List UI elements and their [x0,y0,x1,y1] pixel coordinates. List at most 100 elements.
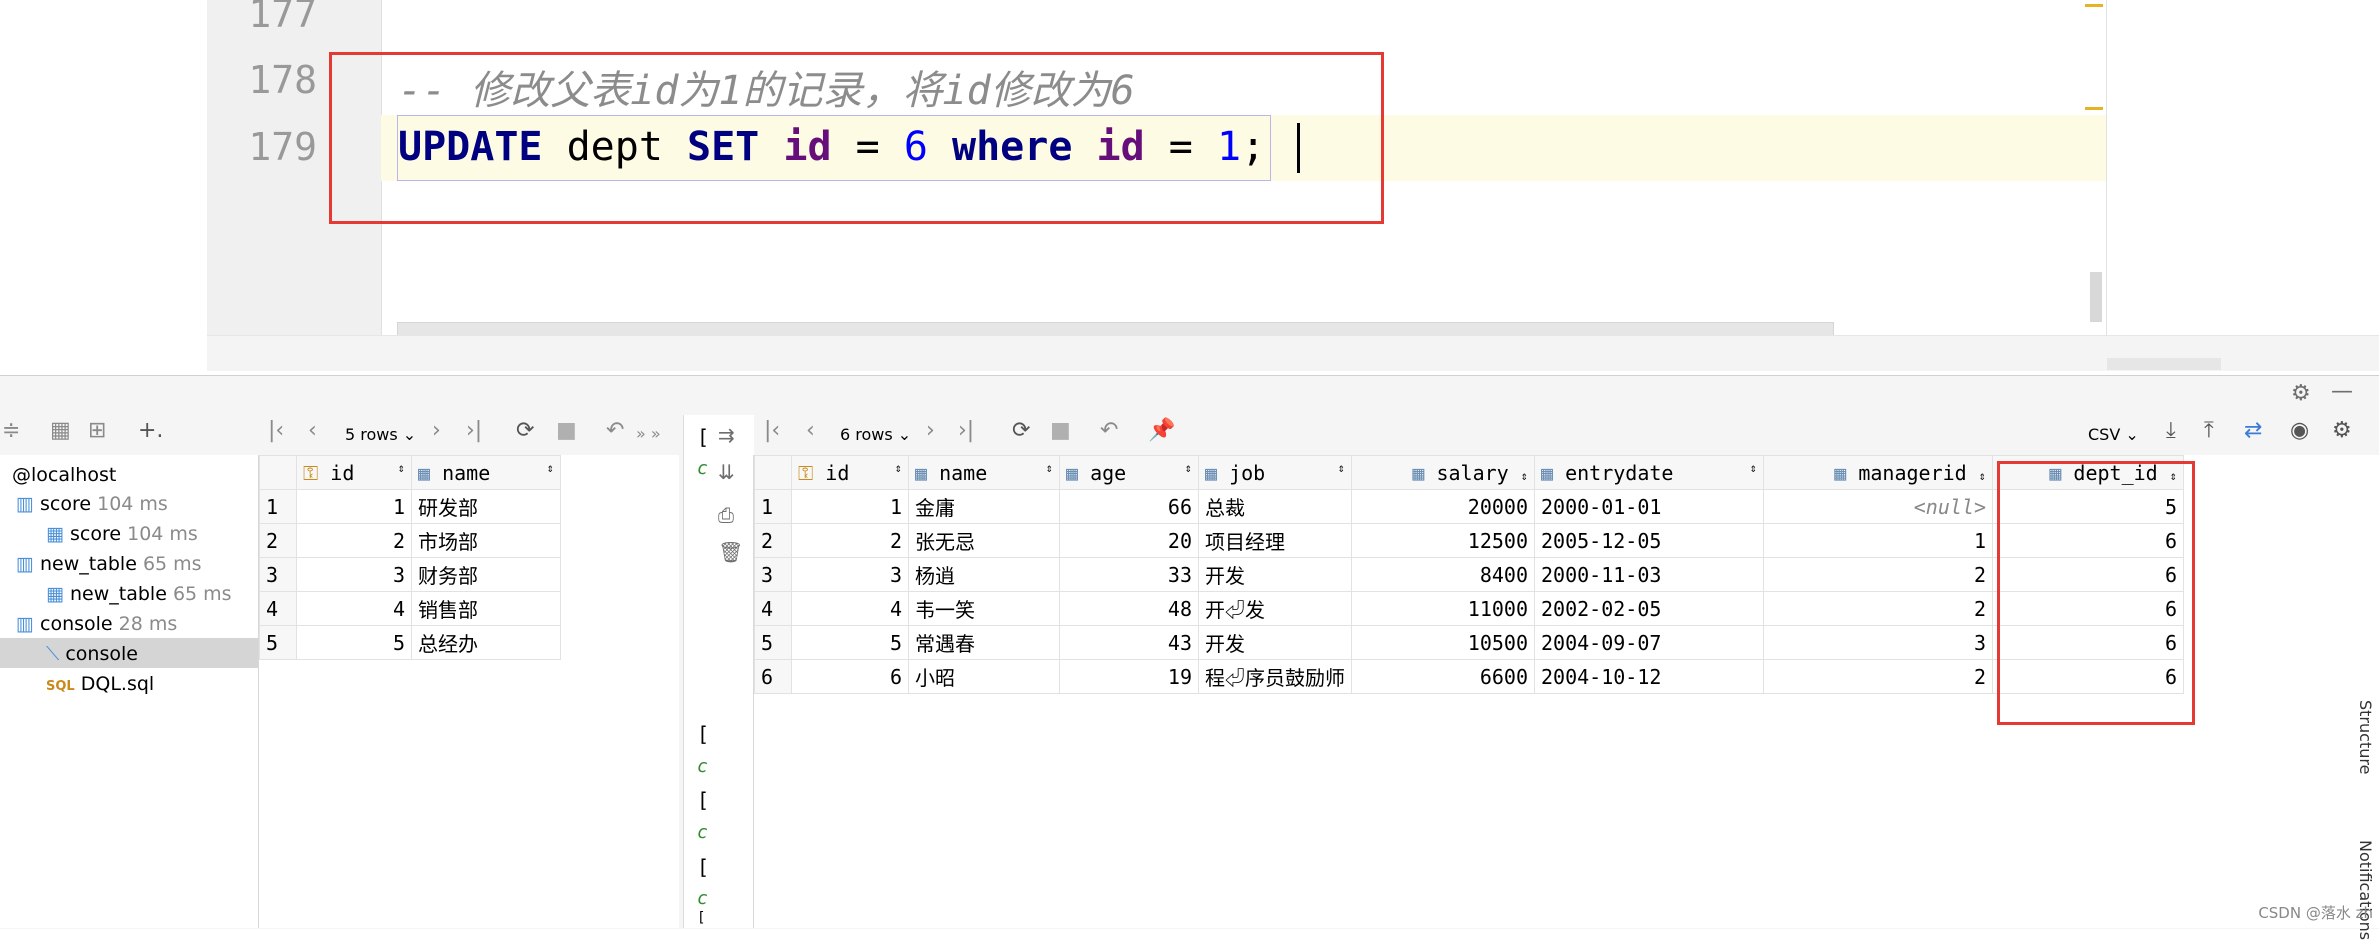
row-count-dropdown[interactable]: 5 rows ⌄ [345,425,416,444]
cell-name[interactable]: 杨逍 [908,557,1060,592]
cell-id[interactable]: 6 [791,659,909,694]
refresh-icon[interactable]: ⟳ [516,418,534,443]
tree-item-localhost[interactable]: @localhost [12,464,116,486]
cell-age[interactable]: 19 [1059,659,1199,694]
column-header-entrydate[interactable]: ▦ entrydate ⇕ [1534,455,1764,490]
stop-icon[interactable]: ■ [556,418,577,443]
sort-icon[interactable]: ⇕ [1046,461,1053,475]
cell-id[interactable]: 3 [296,557,412,592]
prev-page-icon[interactable]: ‹ [308,418,317,443]
column-header-salary[interactable]: ▦ salary ⇕ [1351,455,1535,490]
cell-managerid[interactable]: 2 [1763,659,1993,694]
cell-entrydate[interactable]: 2002-02-05 [1534,591,1764,626]
cell-name[interactable]: 总经办 [411,625,561,660]
sql-editor[interactable]: 177 178 179 -- 修改父表id为1的记录，将id修改为6 UPDAT… [0,0,2379,375]
table-row[interactable]: 3 3 财务部 [259,557,561,592]
grid-settings-icon[interactable]: ⚙ [2332,418,2352,443]
cell-id[interactable]: 4 [296,591,412,626]
group-icon[interactable]: ▦ [50,418,71,443]
compare-icon[interactable]: ⇄ [2244,418,2262,443]
cell-salary[interactable]: 12500 [1351,523,1535,558]
table-row[interactable]: 5 5 总经办 [259,625,561,660]
tree-item-dql-sql[interactable]: SQL DQL.sql [46,673,154,695]
stop-icon[interactable]: ■ [1050,418,1071,443]
cell-job[interactable]: 开⏎发 [1198,591,1352,626]
cell-entrydate[interactable]: 2004-10-12 [1534,659,1764,694]
first-page-icon[interactable]: |‹ [764,418,780,443]
cell-name[interactable]: 小昭 [908,659,1060,694]
cell-job[interactable]: 开发 [1198,557,1352,592]
table-row[interactable]: 6 6 小昭 19 程⏎序员鼓励师 6600 2004-10-12 2 6 [754,659,2184,694]
settings-icon[interactable]: ⚙ [2291,381,2311,406]
first-page-icon[interactable]: |‹ [268,418,284,443]
sort-icon[interactable]: ⇕ [895,461,902,475]
sort-icon[interactable]: ⇕ [1185,461,1192,475]
cell-managerid[interactable]: <null> [1763,489,1993,524]
refresh-icon[interactable]: ⟳ [1012,418,1030,443]
sort-icon[interactable]: ⇕ [398,461,405,475]
table-row[interactable]: 1 1 研发部 [259,489,561,524]
column-header-name[interactable]: ▦ name ⇕ [411,455,561,490]
cell-job[interactable]: 开发 [1198,625,1352,660]
warning-marker[interactable] [2085,107,2103,110]
tree-item-score-session[interactable]: ▥ score 104 ms [16,493,168,515]
last-page-icon[interactable]: ›| [958,418,974,443]
cell-name[interactable]: 市场部 [411,523,561,558]
cell-entrydate[interactable]: 2000-01-01 [1534,489,1764,524]
print-icon[interactable]: ⎙ [718,503,734,527]
sort-icon[interactable]: ⇕ [1979,469,1986,483]
notifications-tool-tab[interactable]: Notifications [2356,840,2375,940]
cell-age[interactable]: 66 [1059,489,1199,524]
table-row[interactable]: 3 3 杨逍 33 开发 8400 2000-11-03 2 6 [754,557,2184,592]
cell-id[interactable]: 1 [296,489,412,524]
horizontal-scrollbar-secondary[interactable] [2107,358,2221,370]
cell-id[interactable]: 3 [791,557,909,592]
tree-item-score-table[interactable]: ▦ score 104 ms [46,523,198,545]
cell-managerid[interactable]: 2 [1763,557,1993,592]
revert-icon[interactable]: ↶ [1100,418,1118,443]
cell-name[interactable]: 张无忌 [908,523,1060,558]
tree-item-console-session[interactable]: ▥ console 28 ms [16,613,177,635]
cell-salary[interactable]: 8400 [1351,557,1535,592]
cell-job[interactable]: 项目经理 [1198,523,1352,558]
cell-job[interactable]: 总裁 [1198,489,1352,524]
cell-age[interactable]: 43 [1059,625,1199,660]
tree-item-new-table-table[interactable]: ▦ new_table 65 ms [46,583,232,605]
view-icon[interactable]: ◉ [2290,418,2309,443]
cell-id[interactable]: 4 [791,591,909,626]
cell-name[interactable]: 财务部 [411,557,561,592]
prev-page-icon[interactable]: ‹ [806,418,815,443]
cell-name[interactable]: 研发部 [411,489,561,524]
revert-icon[interactable]: ↶ [606,418,624,443]
collapse-all-icon[interactable]: ≑ [2,418,20,443]
next-page-icon[interactable]: › [432,418,441,443]
cell-name[interactable]: 金庸 [908,489,1060,524]
cell-job[interactable]: 程⏎序员鼓励师 [1198,659,1352,694]
last-page-icon[interactable]: ›| [466,418,482,443]
cell-managerid[interactable]: 3 [1763,625,1993,660]
minimize-icon[interactable]: — [2331,379,2353,404]
cell-entrydate[interactable]: 2000-11-03 [1534,557,1764,592]
cell-id[interactable]: 2 [791,523,909,558]
cell-managerid[interactable]: 1 [1763,523,1993,558]
cell-salary[interactable]: 6600 [1351,659,1535,694]
cell-age[interactable]: 33 [1059,557,1199,592]
cell-age[interactable]: 20 [1059,523,1199,558]
cell-name[interactable]: 常遇春 [908,625,1060,660]
more-icon[interactable]: » » [636,424,661,443]
cell-salary[interactable]: 10500 [1351,625,1535,660]
add-icon[interactable]: +. [138,418,163,443]
download-icon[interactable]: ⤓ [2166,418,2176,443]
sort-icon[interactable]: ⇕ [547,461,554,475]
new-tab-icon[interactable]: ⊞ [88,418,106,443]
cell-managerid[interactable]: 2 [1763,591,1993,626]
cell-salary[interactable]: 20000 [1351,489,1535,524]
cell-id[interactable]: 5 [296,625,412,660]
cell-name[interactable]: 销售部 [411,591,561,626]
cell-id[interactable]: 1 [791,489,909,524]
table-row[interactable]: 5 5 常遇春 43 开发 10500 2004-09-07 3 6 [754,625,2184,660]
column-header-age[interactable]: ▦ age ⇕ [1059,455,1199,490]
tree-item-console[interactable]: ⟍ console [46,643,138,665]
cell-age[interactable]: 48 [1059,591,1199,626]
column-header-name[interactable]: ▦ name ⇕ [908,455,1060,490]
